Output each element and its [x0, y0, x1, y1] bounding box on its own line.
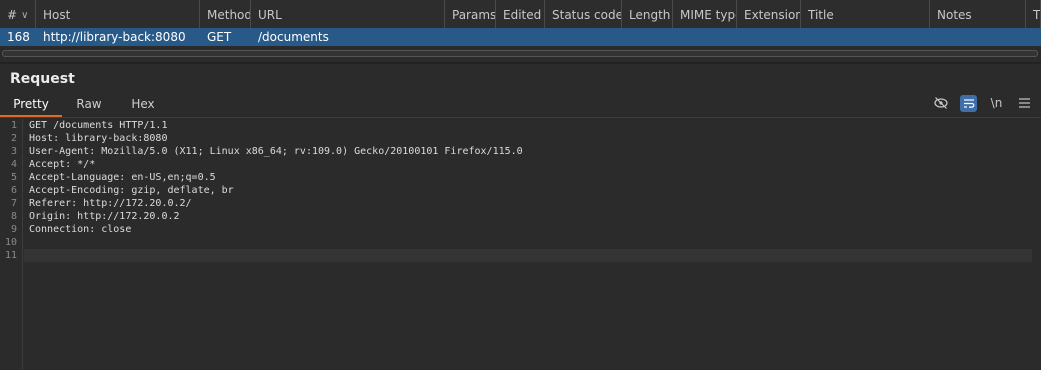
- line-number: 11: [4, 250, 17, 261]
- current-line-highlight: [24, 249, 1032, 262]
- editor-line[interactable]: 6 Accept-Encoding: gzip, deflate, br: [0, 184, 1041, 197]
- line-number: 3: [10, 146, 17, 157]
- row-num: 168: [7, 30, 30, 44]
- col-title-header[interactable]: Title: [801, 0, 930, 30]
- table-row[interactable]: 168 http://library-back:8080 GET /docume…: [0, 28, 1041, 46]
- row-method: GET: [207, 30, 232, 44]
- row-host: http://library-back:8080: [43, 30, 186, 44]
- editor-line[interactable]: 5 Accept-Language: en-US,en;q=0.5: [0, 171, 1041, 184]
- tab-raw[interactable]: Raw: [62, 93, 116, 117]
- col-status-label: Status code: [552, 8, 622, 22]
- line-number: 1: [10, 120, 17, 131]
- line-text: Connection: close: [29, 224, 132, 235]
- eye-off-icon[interactable]: [932, 95, 949, 112]
- line-text: Origin: http://172.20.0.2: [29, 211, 180, 222]
- line-text: Accept-Encoding: gzip, deflate, br: [29, 185, 234, 196]
- line-number: 10: [4, 237, 17, 248]
- col-edited-header[interactable]: Edited: [496, 0, 545, 30]
- line-number: 8: [10, 211, 17, 222]
- col-num-header[interactable]: # ∨: [0, 0, 36, 30]
- editor-line[interactable]: 3 User-Agent: Mozilla/5.0 (X11; Linux x86…: [0, 145, 1041, 158]
- line-text: Accept: */*: [29, 159, 96, 170]
- newline-toggle-button[interactable]: \n: [988, 95, 1005, 112]
- line-number: 7: [10, 198, 17, 209]
- col-tls-label: TI: [1033, 8, 1041, 22]
- col-mime-header[interactable]: MIME type: [673, 0, 737, 30]
- editor-line[interactable]: 1 GET /documents HTTP/1.1: [0, 119, 1041, 132]
- col-status-header[interactable]: Status code: [545, 0, 622, 30]
- col-edited-label: Edited: [503, 8, 542, 22]
- editor-line[interactable]: 4 Accept: */*: [0, 158, 1041, 171]
- line-text: GET /documents HTTP/1.1: [29, 120, 168, 131]
- editor-line[interactable]: 9 Connection: close: [0, 223, 1041, 236]
- col-url-header[interactable]: URL: [251, 0, 445, 30]
- line-text: User-Agent: Mozilla/5.0 (X11; Linux x86_…: [29, 146, 523, 157]
- hamburger-icon-svg: [1019, 98, 1030, 108]
- hamburger-icon[interactable]: [1016, 95, 1033, 112]
- line-number: 2: [10, 133, 17, 144]
- request-editor[interactable]: 1 GET /documents HTTP/1.1 2 Host: library-…: [0, 119, 1041, 370]
- editor-line[interactable]: 2 Host: library-back:8080: [0, 132, 1041, 145]
- editor-line[interactable]: 7 Referer: http://172.20.0.2/: [0, 197, 1041, 210]
- request-panel-title: Request: [10, 71, 75, 87]
- col-method-header[interactable]: Method: [200, 0, 251, 30]
- col-length-label: Length: [629, 8, 671, 22]
- line-number: 6: [10, 185, 17, 196]
- col-notes-label: Notes: [937, 8, 972, 22]
- line-text: Referer: http://172.20.0.2/: [29, 198, 192, 209]
- editor-line-current[interactable]: 11: [0, 249, 1041, 262]
- col-tls-header[interactable]: TI: [1026, 0, 1041, 30]
- editor-line[interactable]: 8 Origin: http://172.20.0.2: [0, 210, 1041, 223]
- col-length-header[interactable]: Length: [622, 0, 673, 30]
- line-text: Accept-Language: en-US,en;q=0.5: [29, 172, 216, 183]
- tab-hex[interactable]: Hex: [116, 93, 170, 117]
- request-toolbar: \n: [932, 94, 1033, 112]
- col-title-label: Title: [808, 8, 834, 22]
- tab-pretty[interactable]: Pretty: [0, 93, 62, 117]
- wrap-icon-svg: [963, 98, 974, 108]
- horizontal-scrollbar[interactable]: [0, 46, 1041, 60]
- col-host-header[interactable]: Host: [36, 0, 200, 30]
- line-number: 4: [10, 159, 17, 170]
- line-number: 9: [10, 224, 17, 235]
- col-params-label: Params: [452, 8, 496, 22]
- proxy-history-table-header: # ∨ Host Method URL Params Edited Status …: [0, 0, 1041, 31]
- col-mime-label: MIME type: [680, 8, 737, 22]
- pane-divider[interactable]: [0, 62, 1041, 64]
- editor-line[interactable]: 10: [0, 236, 1041, 249]
- eye-off-icon-svg: [933, 97, 948, 109]
- col-notes-header[interactable]: Notes: [930, 0, 1026, 30]
- sort-desc-icon[interactable]: ∨: [21, 10, 28, 21]
- col-host-label: Host: [43, 8, 71, 22]
- col-method-label: Method: [207, 8, 251, 22]
- col-params-header[interactable]: Params: [445, 0, 496, 30]
- request-tabs: Pretty Raw Hex: [0, 93, 1041, 118]
- line-text: Host: library-back:8080: [29, 133, 168, 144]
- row-url: /documents: [258, 30, 329, 44]
- col-extension-header[interactable]: Extension: [737, 0, 801, 30]
- wrap-icon[interactable]: [960, 94, 977, 112]
- col-num-label: #: [7, 8, 18, 22]
- scrollbar-thumb[interactable]: [2, 50, 1038, 57]
- col-extension-label: Extension: [744, 8, 801, 22]
- line-number: 5: [10, 172, 17, 183]
- col-url-label: URL: [258, 8, 282, 22]
